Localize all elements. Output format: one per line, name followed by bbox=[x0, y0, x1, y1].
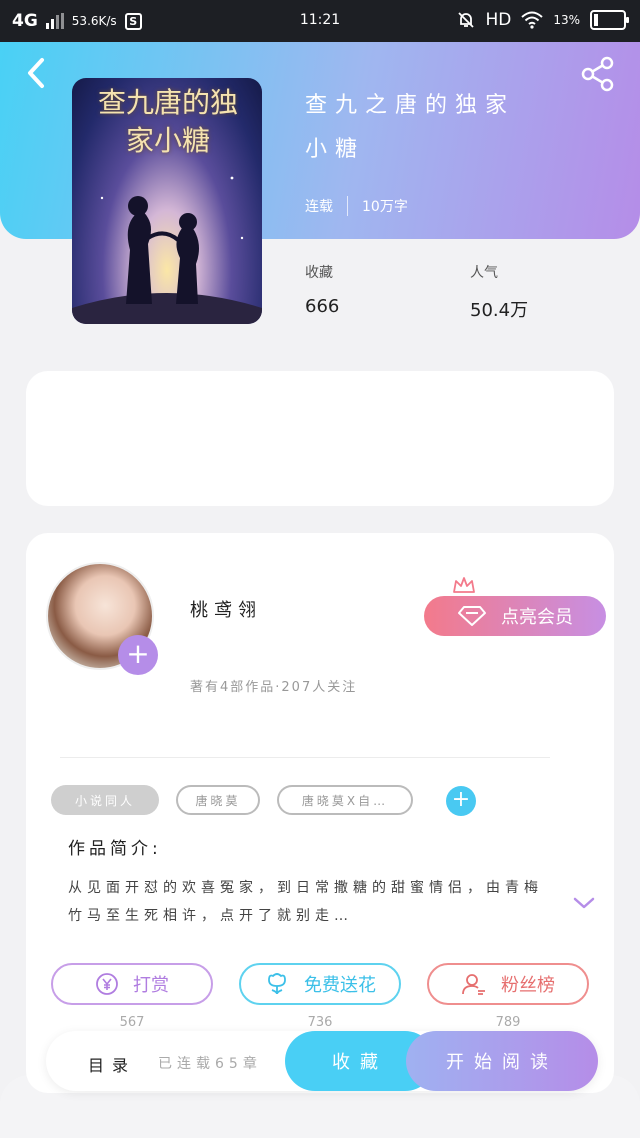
chapter-progress: 已连载65章 bbox=[158, 1056, 262, 1072]
stat-popularity-label: 人气 bbox=[470, 265, 498, 281]
vip-button-label: 点亮会员 bbox=[501, 607, 573, 628]
cover-title: 查九唐的独家小糖 bbox=[97, 86, 238, 157]
send-flower-label: 免费送花 bbox=[304, 975, 376, 996]
fans-ranking-label: 粉丝榜 bbox=[501, 975, 555, 996]
tip-button[interactable]: 打赏 bbox=[51, 963, 213, 1005]
word-count: 10万字 bbox=[362, 199, 408, 215]
mute-bell-icon bbox=[458, 12, 475, 28]
book-cover[interactable]: 查九唐的独家小糖 bbox=[72, 78, 262, 324]
vip-button[interactable]: 点亮会员 bbox=[424, 596, 606, 636]
tag-item[interactable]: 唐晓莫 bbox=[176, 785, 260, 815]
tag-item[interactable]: 唐晓莫X自… bbox=[277, 785, 413, 815]
status-bar: 4G 53.6K/s S 11:21 HD 13% bbox=[0, 0, 640, 42]
tip-count: 567 bbox=[119, 1015, 145, 1030]
start-reading-label: 开始阅读 bbox=[446, 1052, 558, 1073]
book-status-line: 连载 10万字 bbox=[305, 196, 408, 216]
author-name[interactable]: 桃鸢翎 bbox=[190, 596, 262, 622]
stat-popularity-value: 50.4万 bbox=[470, 300, 529, 321]
hd-label: HD bbox=[485, 10, 512, 30]
user-ranking-icon bbox=[462, 974, 485, 995]
book-title-line-1: 查九之唐的独家 bbox=[305, 93, 516, 118]
follow-plus-icon[interactable]: + bbox=[118, 635, 158, 675]
status-divider bbox=[347, 196, 348, 216]
author-meta: 著有4部作品·207人关注 bbox=[190, 680, 358, 695]
wifi-icon bbox=[521, 11, 543, 29]
battery-fill bbox=[594, 14, 598, 26]
tag-item[interactable]: 小说同人 bbox=[51, 785, 159, 815]
stat-favorites-value: 666 bbox=[305, 296, 340, 317]
yen-coin-icon bbox=[96, 973, 118, 995]
chevron-down-icon[interactable] bbox=[572, 895, 596, 911]
fans-ranking-button[interactable]: 粉丝榜 bbox=[427, 963, 589, 1005]
book-title-line-2: 小糖 bbox=[305, 137, 366, 162]
start-reading-button[interactable]: 开始阅读 bbox=[406, 1031, 598, 1091]
status-right: HD 13% bbox=[457, 10, 629, 30]
stat-popularity: 人气 50.4万 bbox=[470, 262, 528, 322]
flower-count: 736 bbox=[307, 1015, 333, 1030]
intro-title: 作品简介: bbox=[68, 839, 162, 859]
tip-button-label: 打赏 bbox=[133, 975, 169, 996]
blank-card bbox=[26, 371, 614, 506]
collect-button-label: 收藏 bbox=[332, 1052, 388, 1073]
section-divider bbox=[60, 757, 550, 758]
add-tag-button[interactable]: + bbox=[446, 786, 476, 816]
fans-count: 789 bbox=[495, 1015, 521, 1030]
stat-favorites-label: 收藏 bbox=[305, 265, 333, 281]
diamond-icon bbox=[458, 606, 486, 626]
flower-icon bbox=[268, 973, 286, 995]
catalog-button[interactable]: 目录 bbox=[88, 1052, 136, 1076]
book-title: 查九之唐的独家 小糖 bbox=[305, 84, 605, 172]
serial-status: 连载 bbox=[305, 199, 333, 215]
crown-icon bbox=[453, 577, 475, 593]
battery-icon bbox=[590, 10, 629, 30]
battery-percent: 13% bbox=[553, 13, 580, 27]
send-flower-button[interactable]: 免费送花 bbox=[239, 963, 401, 1005]
back-icon[interactable] bbox=[22, 56, 52, 90]
stat-favorites: 收藏 666 bbox=[305, 262, 339, 317]
intro-text: 从见面开怼的欢喜冤家，到日常撒糖的甜蜜情侣，由青梅竹马至生死相许，点开了就别走… bbox=[68, 880, 543, 924]
